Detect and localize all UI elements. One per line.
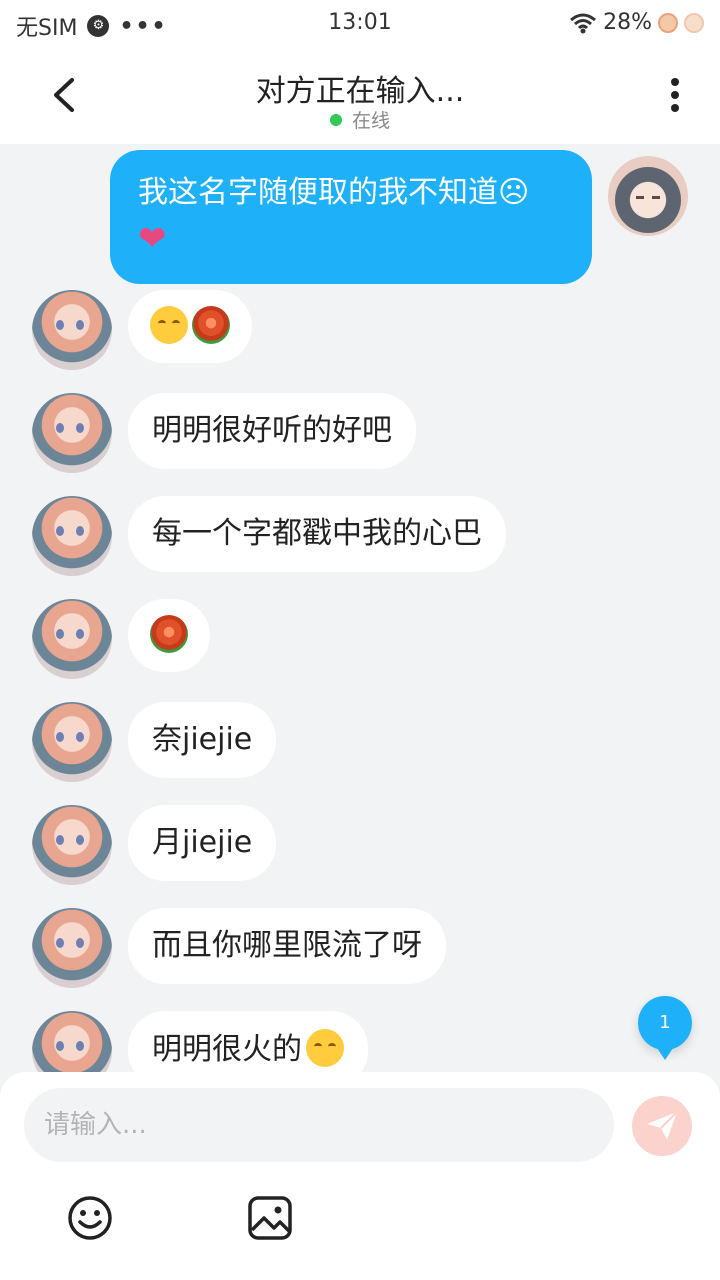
online-dot-icon	[329, 114, 342, 126]
image-button[interactable]	[246, 1194, 294, 1242]
message-bubble[interactable]: 我这名字随便取的我不知道☹ ❤	[110, 150, 592, 284]
rose-emoji-icon	[150, 615, 188, 653]
message-list[interactable]: 我这名字随便取的我不知道☹ ❤ 明明很好听的好吧 每一个字都戳中我的心巴 奈ji…	[0, 144, 720, 1072]
message-text: 我这名字随便取的我不知道☹	[138, 175, 530, 210]
heart-emoji-icon: ❤	[138, 219, 167, 259]
message-text: 每一个字都戳中我的心巴	[152, 516, 482, 551]
status-bar: 无SIM ⚙ ••• 13:01 28%	[0, 0, 720, 46]
contact-avatar[interactable]	[32, 702, 112, 782]
more-dot	[671, 104, 679, 112]
unread-count-badge[interactable]: 1	[638, 996, 692, 1060]
send-button[interactable]	[632, 1096, 692, 1156]
more-vertical-icon	[671, 78, 679, 86]
message-bubble[interactable]: 明明很好听的好吧	[128, 393, 416, 469]
message-bubble[interactable]: 月jiejie	[128, 805, 277, 881]
kiss-emoji-icon	[306, 1029, 344, 1067]
wifi-icon	[570, 13, 597, 33]
online-status-label: 在线	[351, 110, 390, 132]
message-text: 而且你哪里限流了呀	[152, 928, 422, 963]
send-icon	[647, 1111, 678, 1140]
contact-avatar[interactable]	[32, 393, 112, 473]
chat-header: 对方正在输入... 在线	[0, 46, 720, 144]
contact-avatar[interactable]	[32, 599, 112, 679]
contact-avatar[interactable]	[32, 805, 112, 885]
contact-avatar[interactable]	[32, 496, 112, 576]
status-right: 28%	[569, 10, 704, 35]
composer	[0, 1072, 720, 1280]
battery-paw-icon	[658, 12, 678, 33]
message-text: 明明很好听的好吧	[152, 413, 392, 448]
more-options-button[interactable]	[660, 78, 690, 114]
image-icon	[248, 1196, 292, 1240]
self-avatar[interactable]	[608, 156, 688, 236]
emoji-button[interactable]	[66, 1194, 114, 1242]
message-bubble[interactable]	[128, 599, 210, 672]
contact-avatar[interactable]	[32, 1011, 112, 1072]
message-bubble[interactable]: 奈jiejie	[128, 702, 277, 778]
contact-avatar[interactable]	[32, 290, 112, 370]
more-dot	[671, 91, 679, 99]
rose-emoji-icon	[192, 306, 230, 344]
chat-title: 对方正在输入...	[255, 74, 465, 109]
message-bubble[interactable]: 每一个字都戳中我的心巴	[128, 496, 506, 572]
message-bubble[interactable]: 明明很火的	[128, 1011, 368, 1072]
battery-label: 28%	[603, 10, 652, 35]
emoji-icon	[68, 1196, 112, 1240]
laughing-emoji-icon	[150, 306, 188, 344]
battery-paw-icon-2	[684, 12, 704, 33]
message-bubble[interactable]: 而且你哪里限流了呀	[128, 908, 446, 984]
message-text: 明明很火的	[152, 1032, 302, 1067]
message-input[interactable]	[24, 1088, 614, 1162]
message-text: 奈jiejie	[152, 722, 253, 757]
online-status: 在线	[0, 106, 720, 133]
message-text: 月jiejie	[152, 825, 253, 860]
contact-avatar[interactable]	[32, 908, 112, 988]
message-bubble[interactable]	[128, 290, 252, 363]
